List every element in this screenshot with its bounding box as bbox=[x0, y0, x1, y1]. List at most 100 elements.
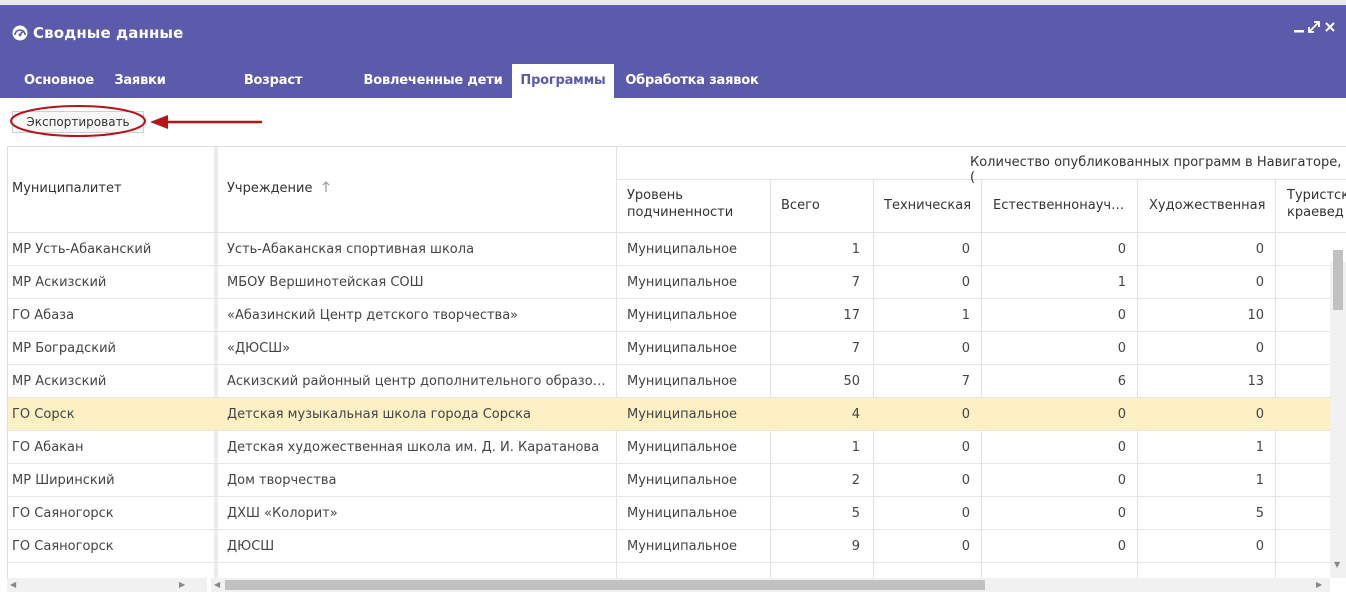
table-row[interactable]: МР Аскизский МБОУ Вершинотейская СОШ Муниц… bbox=[8, 266, 1346, 299]
scroll-down-icon[interactable]: ▼ bbox=[1334, 560, 1340, 569]
table-row[interactable]: ГО Абаза «Абазинский Центр детского творч… bbox=[8, 299, 1346, 332]
column-header-total[interactable]: Всего bbox=[781, 198, 820, 213]
cell-technical: 0 bbox=[961, 407, 970, 422]
cell-institution: Дом творчества bbox=[227, 473, 337, 488]
cell-total: 1 bbox=[851, 440, 860, 455]
cell-total: 1 bbox=[851, 242, 860, 257]
cell-institution: МБОУ Вершинотейская СОШ bbox=[227, 275, 424, 290]
cell-institution: ДХШ «Колорит» bbox=[227, 506, 338, 521]
column-header-technical[interactable]: Техническая bbox=[884, 198, 971, 213]
cell-art: 10 bbox=[1247, 308, 1264, 323]
cell-institution: «ДЮСШ» bbox=[227, 341, 291, 356]
tab-applications[interactable]: Заявки bbox=[108, 64, 172, 98]
cell-natural: 0 bbox=[1117, 440, 1126, 455]
cell-technical: 0 bbox=[961, 341, 970, 356]
table-row[interactable]: МР Ширинский Дом творчества Муниципальное 2… bbox=[8, 464, 1346, 497]
cell-total: 50 bbox=[843, 374, 860, 389]
cell-municipality: ГО Абакан bbox=[12, 440, 84, 455]
cell-institution: Детская художественная школа им. Д. И. К… bbox=[227, 440, 600, 455]
export-button[interactable]: Экспортировать bbox=[12, 111, 144, 133]
cell-natural: 0 bbox=[1117, 473, 1126, 488]
tab-age[interactable]: Возраст обучающихся bbox=[192, 64, 354, 122]
table-row[interactable]: МР Аскизский Аскизский районный центр доп… bbox=[8, 365, 1346, 398]
column-header-institution-label: Учреждение bbox=[227, 181, 313, 196]
cell-natural: 0 bbox=[1117, 407, 1126, 422]
scroll-right-icon[interactable]: ▶ bbox=[179, 580, 185, 589]
cell-technical: 0 bbox=[961, 539, 970, 554]
cell-natural: 0 bbox=[1117, 341, 1126, 356]
column-header-tourism[interactable]: Туристск краевед bbox=[1287, 187, 1346, 223]
minimize-icon[interactable] bbox=[1293, 19, 1305, 40]
cell-art: 0 bbox=[1255, 407, 1264, 422]
table-row[interactable]: МР Усть-Абаканский Усть-Абаканская спорти… bbox=[8, 233, 1346, 266]
cell-level: Муниципальное bbox=[627, 374, 738, 389]
cell-level: Муниципальное bbox=[627, 473, 738, 488]
tab-programs[interactable]: Программы bbox=[512, 64, 614, 98]
cell-level: Муниципальное bbox=[627, 440, 738, 455]
cell-level: Муниципальное bbox=[627, 341, 738, 356]
cell-municipality: ГО Абаза bbox=[12, 308, 75, 323]
cell-municipality: МР Боградский bbox=[12, 341, 116, 356]
cell-natural: 0 bbox=[1117, 506, 1126, 521]
cell-institution: ДЮСШ bbox=[227, 539, 275, 554]
cell-municipality: МР Аскизский bbox=[12, 275, 107, 290]
cell-total: 4 bbox=[851, 407, 860, 422]
cell-natural: 0 bbox=[1117, 539, 1126, 554]
cell-institution: Аскизский районный центр дополнительного… bbox=[227, 374, 607, 389]
maximize-icon[interactable] bbox=[1307, 19, 1321, 40]
cell-total: 5 bbox=[851, 506, 860, 521]
window-title: Сводные данные bbox=[33, 24, 184, 42]
cell-total: 17 bbox=[843, 308, 860, 323]
cell-level: Муниципальное bbox=[627, 506, 738, 521]
column-header-natural[interactable]: Естественнонауч… bbox=[993, 198, 1124, 213]
cell-level: Муниципальное bbox=[627, 308, 738, 323]
column-header-level[interactable]: Уровень подчиненности bbox=[627, 187, 747, 221]
column-header-art[interactable]: Художественная bbox=[1149, 198, 1265, 213]
vertical-scrollbar[interactable]: ▲ ▼ bbox=[1330, 250, 1346, 578]
tab-bar: Основное Заявки Возраст обучающихся Вовл… bbox=[0, 64, 1346, 122]
sort-up-icon bbox=[322, 181, 330, 192]
scroll-left-icon[interactable]: ◀ bbox=[214, 580, 220, 589]
cell-level: Муниципальное bbox=[627, 275, 738, 290]
table-row[interactable]: ГО Саяногорск ДХШ «Колорит» Муниципальное 5… bbox=[8, 497, 1346, 530]
cell-natural: 1 bbox=[1117, 275, 1126, 290]
table-row[interactable]: ГО Саяногорск ДЮСШ Муниципальное 9 0 0 0 bbox=[8, 530, 1346, 563]
cell-total: 7 bbox=[851, 275, 860, 290]
cell-institution: «Абазинский Центр детского творчества» bbox=[227, 308, 519, 323]
column-header-municipality[interactable]: Муниципалитет bbox=[12, 181, 122, 196]
table-row-selected[interactable]: ГО Сорск Детская музыкальная школа города… bbox=[8, 398, 1346, 431]
cell-art: 5 bbox=[1255, 506, 1264, 521]
title-bar: Сводные данные bbox=[0, 5, 1346, 64]
cell-technical: 0 bbox=[961, 473, 970, 488]
cell-total: 9 bbox=[851, 539, 860, 554]
cell-art: 13 bbox=[1247, 374, 1264, 389]
group-header: Количество опубликованных программ в Нав… bbox=[970, 155, 1342, 185]
table-row[interactable]: ГО Абакан Детская художественная школа им… bbox=[8, 431, 1346, 464]
scroll-left-icon[interactable]: ◀ bbox=[10, 580, 16, 589]
cell-technical: 1 bbox=[961, 308, 970, 323]
column-header-institution[interactable]: Учреждение bbox=[227, 181, 331, 196]
horizontal-scrollbar-main[interactable]: ◀ ▶ bbox=[211, 578, 1330, 592]
cell-technical: 0 bbox=[961, 242, 970, 257]
cell-technical: 0 bbox=[961, 275, 970, 290]
close-icon[interactable] bbox=[1324, 19, 1336, 40]
cell-natural: 6 bbox=[1117, 374, 1126, 389]
cell-level: Муниципальное bbox=[627, 242, 738, 257]
table-row[interactable]: МР Боградский «ДЮСШ» Муниципальное 7 0 0 0 bbox=[8, 332, 1346, 365]
cell-technical: 0 bbox=[961, 440, 970, 455]
cell-art: 0 bbox=[1255, 275, 1264, 290]
horizontal-scrollbar-left[interactable]: ◀ ▶ bbox=[7, 578, 207, 592]
cell-total: 2 bbox=[851, 473, 860, 488]
cell-municipality: МР Ширинский bbox=[12, 473, 115, 488]
scroll-right-icon[interactable]: ▶ bbox=[1316, 580, 1322, 589]
summary-window: Сводные данные Основное Заявки Возраст о… bbox=[0, 0, 1346, 592]
horizontal-scroll-thumb[interactable] bbox=[225, 580, 985, 590]
cell-technical: 7 bbox=[961, 374, 970, 389]
cell-municipality: МР Усть-Абаканский bbox=[12, 242, 152, 257]
programs-table: Количество опубликованных программ в Нав… bbox=[7, 146, 1346, 592]
tab-processing[interactable]: Обработка заявок bbox=[620, 64, 764, 98]
vertical-scroll-thumb[interactable] bbox=[1333, 250, 1343, 310]
tab-main[interactable]: Основное bbox=[16, 64, 102, 98]
tab-children[interactable]: Вовлеченные дети bbox=[362, 64, 504, 98]
cell-natural: 0 bbox=[1117, 308, 1126, 323]
